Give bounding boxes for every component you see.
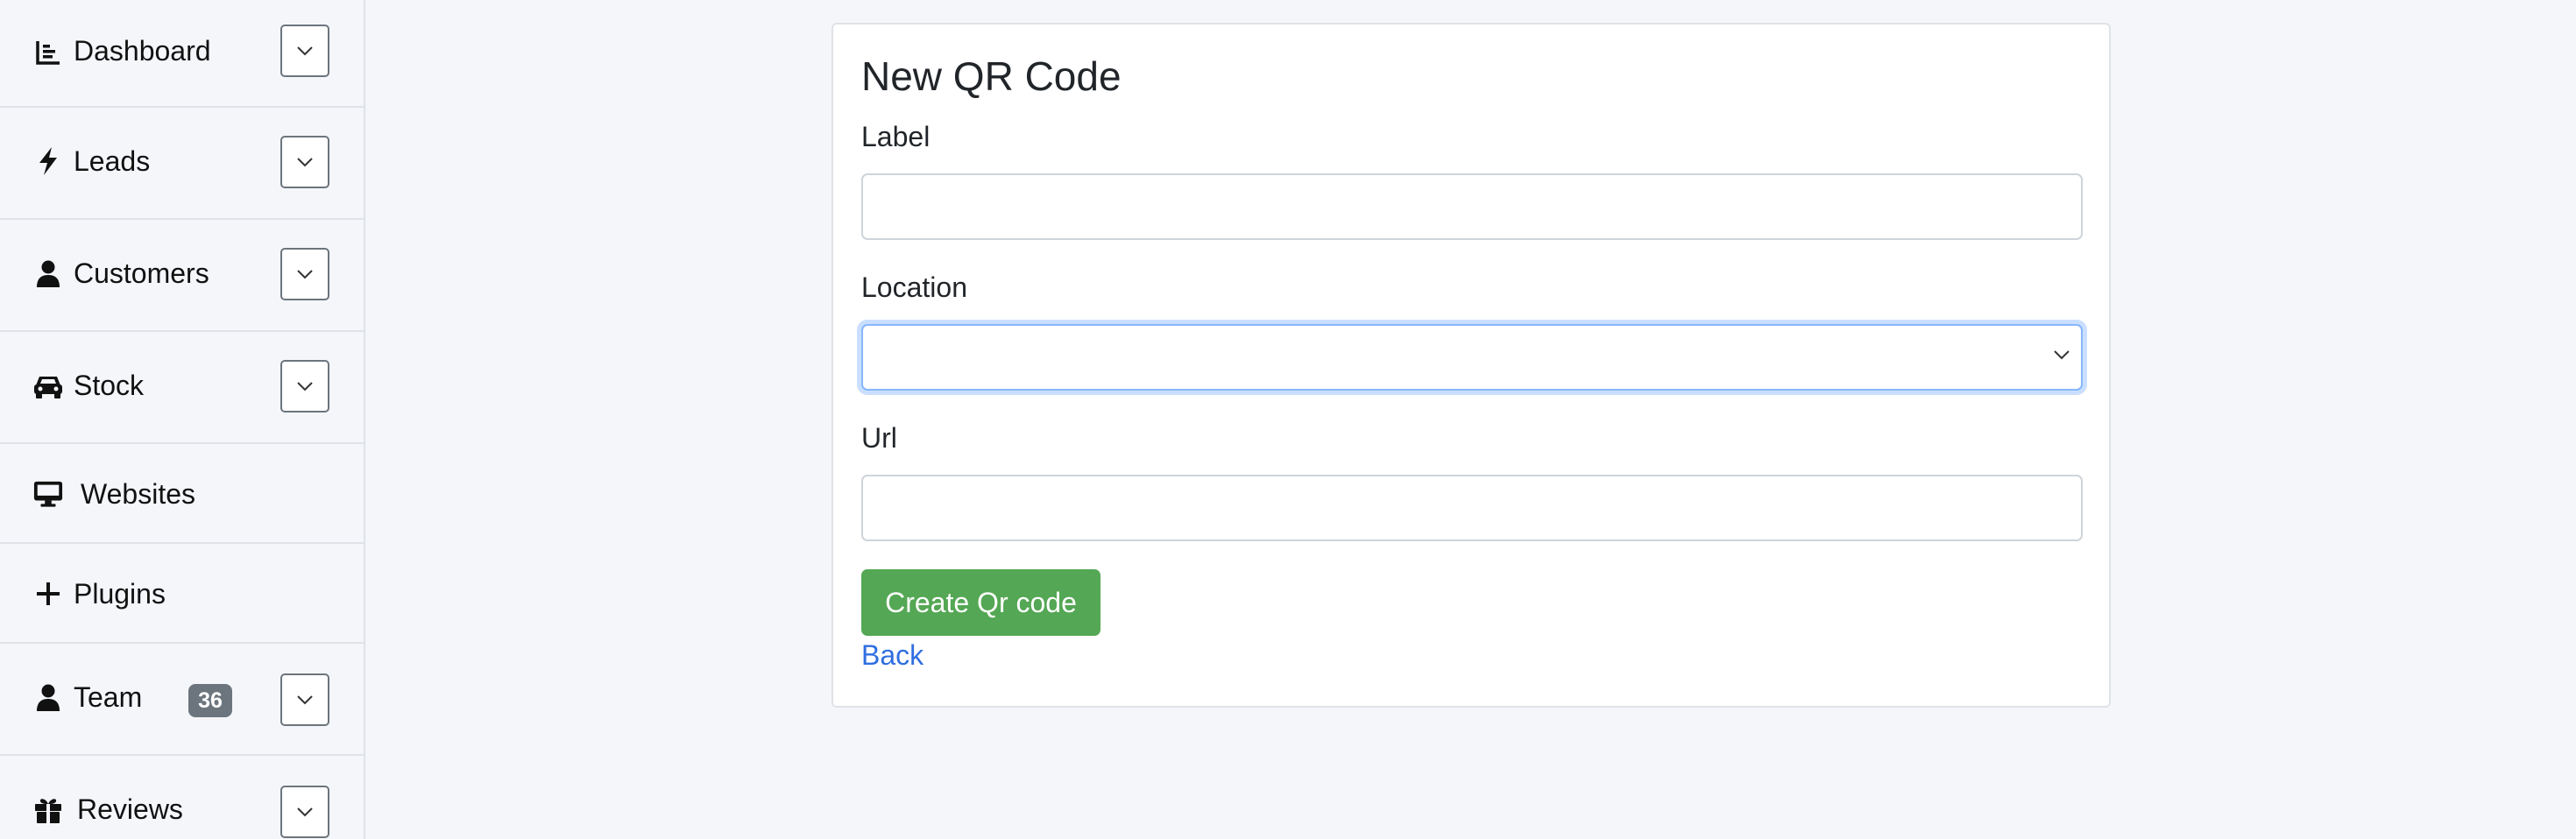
sidebar-item-label: Reviews: [77, 793, 183, 825]
location-select[interactable]: [861, 324, 2083, 391]
sidebar-item-plugins[interactable]: Plugins: [0, 544, 364, 644]
team-count-badge: 36: [188, 684, 232, 717]
sidebar-item-reviews[interactable]: Reviews: [0, 756, 364, 839]
sidebar-item-label: Plugins: [74, 578, 166, 610]
sidebar-item-websites[interactable]: Websites: [0, 444, 364, 544]
sidebar-item-label: Team: [74, 681, 143, 713]
back-link[interactable]: Back: [861, 639, 924, 672]
chevron-down-icon: [297, 158, 313, 167]
chevron-down-icon: [2053, 349, 2070, 364]
sidebar-item-stock[interactable]: Stock: [0, 332, 364, 444]
sidebar-item-label: Websites: [81, 478, 196, 510]
dashboard-expand-button[interactable]: [280, 25, 329, 77]
reviews-expand-button[interactable]: [280, 786, 329, 838]
url-field-label: Url: [861, 422, 897, 454]
sidebar-item-dashboard[interactable]: Dashboard: [0, 0, 364, 108]
user-icon: [33, 259, 63, 289]
user-icon: [33, 683, 63, 713]
new-qr-code-card: New QR Code Label Location Url Create Qr…: [832, 23, 2111, 708]
label-input[interactable]: [861, 173, 2083, 240]
plus-icon: [33, 579, 63, 609]
chevron-down-icon: [297, 270, 313, 279]
stock-expand-button[interactable]: [280, 360, 329, 412]
url-input[interactable]: [861, 475, 2083, 541]
chevron-down-icon: [297, 382, 313, 391]
sidebar-item-label: Dashboard: [74, 35, 211, 67]
gift-icon: [33, 795, 63, 825]
location-field-label: Location: [861, 271, 967, 303]
leads-expand-button[interactable]: [280, 136, 329, 188]
customers-expand-button[interactable]: [280, 248, 329, 300]
monitor-icon: [33, 479, 63, 509]
team-expand-button[interactable]: [280, 673, 329, 726]
chevron-down-icon: [297, 695, 313, 705]
label-field-label: Label: [861, 121, 931, 152]
page-title: New QR Code: [861, 53, 1122, 99]
chart-icon: [33, 38, 63, 67]
sidebar-item-label: Customers: [74, 257, 209, 289]
chevron-down-icon: [297, 46, 313, 56]
car-icon: [33, 371, 63, 401]
sidebar-item-leads[interactable]: Leads: [0, 108, 364, 220]
sidebar-item-label: Leads: [74, 145, 151, 177]
sidebar-item-label: Stock: [74, 370, 145, 401]
create-qr-code-button[interactable]: Create Qr code: [861, 569, 1100, 636]
sidebar-item-team[interactable]: Team 36: [0, 644, 364, 756]
chevron-down-icon: [297, 807, 313, 817]
sidebar: Dashboard Leads Customers Stock Websites…: [0, 0, 365, 839]
bolt-icon: [33, 146, 63, 176]
sidebar-item-customers[interactable]: Customers: [0, 220, 364, 332]
